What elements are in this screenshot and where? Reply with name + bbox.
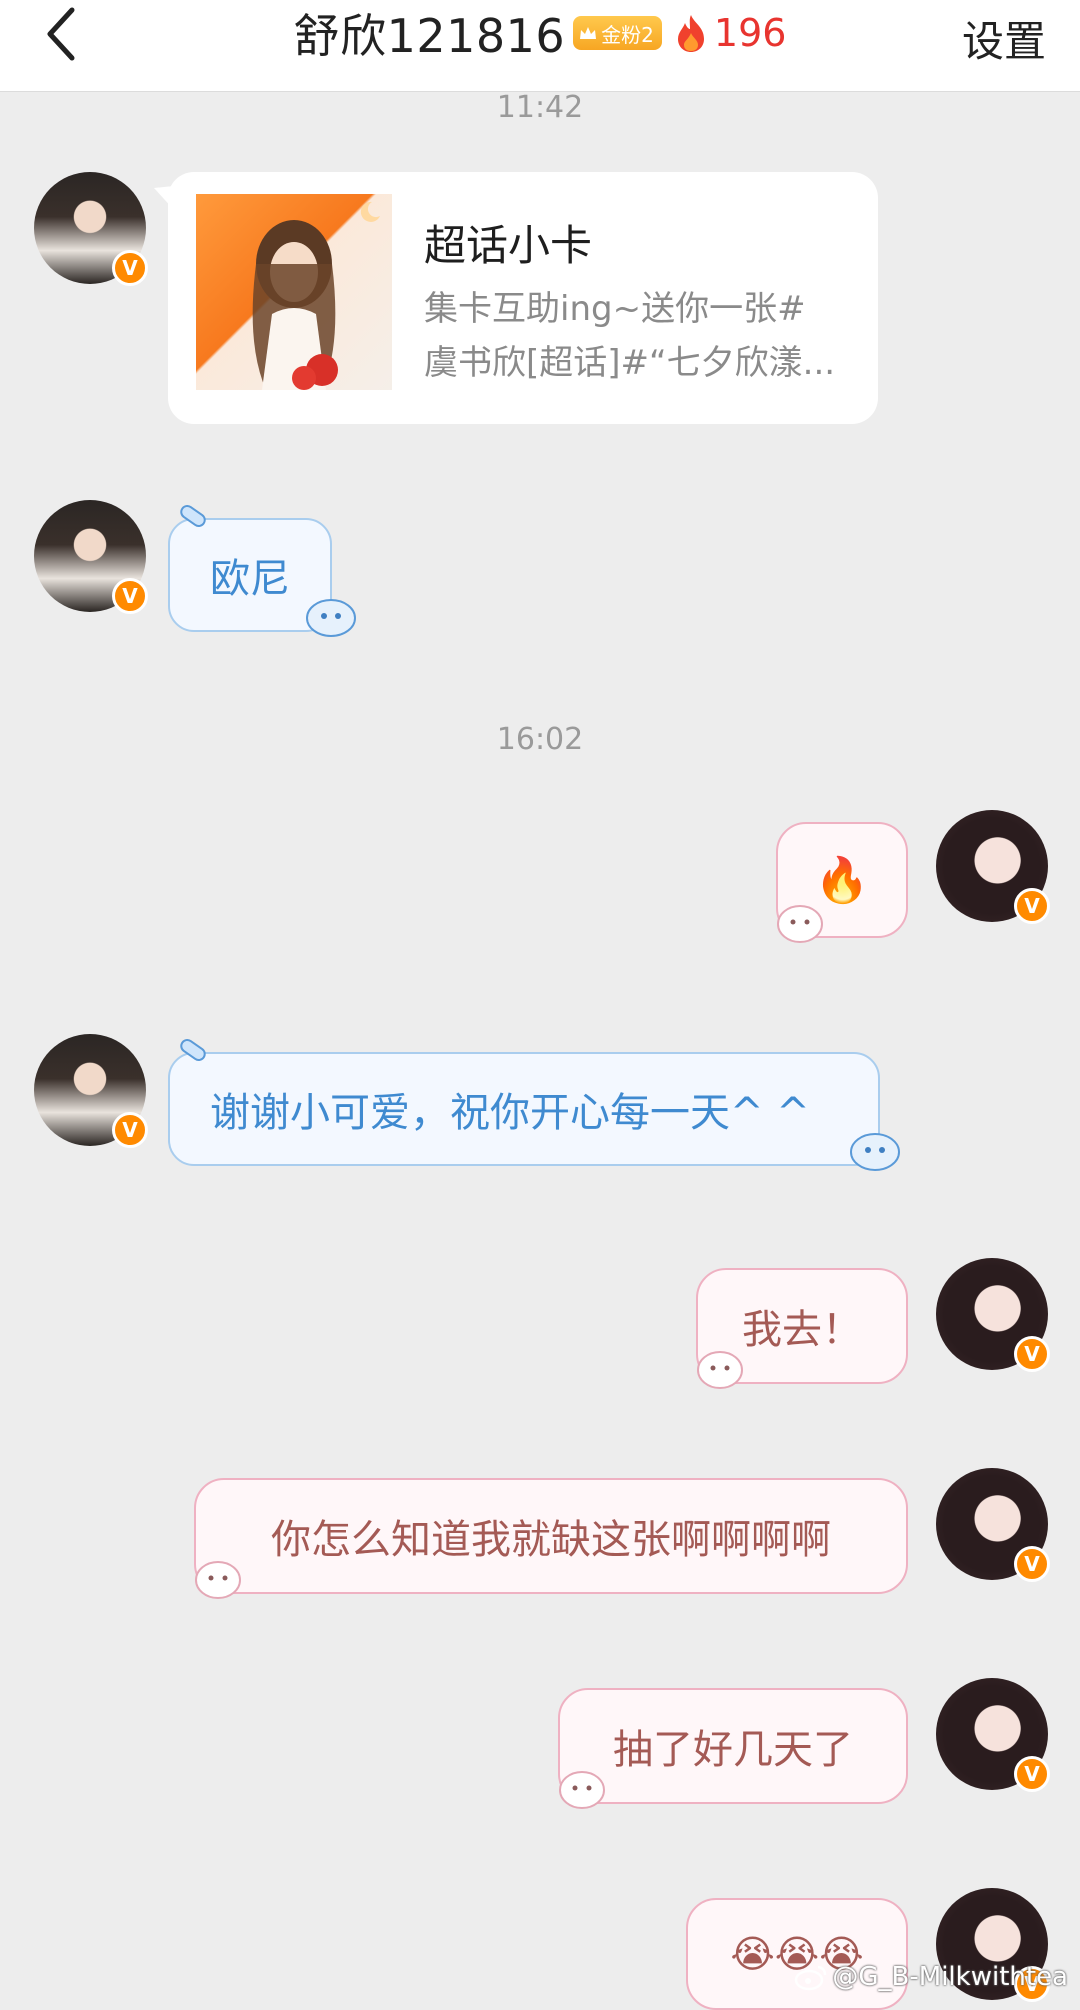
message-text: 你怎么知道我就缺这张啊啊啊啊: [271, 1517, 831, 1563]
bunny-sticker-icon: [697, 1351, 743, 1389]
timestamp: 16:02: [496, 722, 584, 757]
illustration-icon: [252, 201, 380, 390]
my-avatar[interactable]: V: [936, 1468, 1050, 1582]
chat-header: 舒欣121816 金粉2 196 设置: [0, 0, 1080, 92]
message-text: 欧尼: [210, 556, 290, 602]
verified-icon: V: [1014, 888, 1050, 924]
pill-sticker-icon: [180, 1038, 206, 1062]
cat-sticker-icon: [850, 1133, 900, 1171]
fan-level-badge: 金粉2: [573, 16, 662, 50]
message-bubble[interactable]: 😭😭😭: [686, 1898, 908, 2010]
bunny-sticker-icon: [777, 905, 823, 943]
sender-avatar[interactable]: V: [34, 1034, 148, 1148]
my-avatar[interactable]: V: [936, 1678, 1050, 1792]
chat-title: 舒欣121816: [293, 9, 566, 63]
weibo-logo-icon: [795, 1965, 827, 1991]
card-thumbnail-image: [196, 194, 392, 390]
message-bubble[interactable]: 你怎么知道我就缺这张啊啊啊啊: [194, 1478, 908, 1594]
bunny-sticker-icon: [195, 1561, 241, 1599]
card-title: 超话小卡: [424, 221, 593, 270]
intimacy-indicator: 196: [674, 11, 787, 55]
message-text: 我去！: [742, 1307, 862, 1353]
verified-icon: V: [112, 250, 148, 286]
super-topic-card[interactable]: 超话小卡 集卡互助ing~送你一张# 虞书欣[超话]#“七夕欣漾...: [168, 172, 878, 424]
verified-icon: V: [1014, 1756, 1050, 1792]
message-text: 谢谢小可爱，祝你开心每一天^ ^: [210, 1090, 810, 1136]
message-bubble[interactable]: 谢谢小可爱，祝你开心每一天^ ^: [168, 1052, 880, 1166]
fan-level-text: 金粉2: [601, 22, 654, 47]
crown-icon: [580, 27, 597, 39]
verified-icon: V: [1014, 1546, 1050, 1582]
bunny-sticker-icon: [559, 1771, 605, 1809]
cat-sticker-icon: [306, 599, 356, 637]
sender-avatar[interactable]: V: [34, 172, 148, 286]
pill-sticker-icon: [180, 504, 206, 528]
chat-title-area: 舒欣121816 金粉2 196: [0, 0, 1080, 66]
settings-button[interactable]: 设置: [962, 8, 1046, 69]
verified-icon: V: [112, 1112, 148, 1148]
timestamp: 11:42: [496, 90, 584, 125]
intimacy-count: 196: [713, 11, 787, 55]
verified-icon: V: [112, 578, 148, 614]
my-avatar[interactable]: V: [936, 810, 1050, 924]
sender-avatar[interactable]: V: [34, 500, 148, 614]
watermark-text: @G_B-Milkwithtea: [832, 1962, 1068, 1992]
message-text: 抽了好几天了: [613, 1727, 853, 1773]
verified-icon: V: [1014, 1336, 1050, 1372]
flame-icon: [677, 15, 704, 52]
my-avatar[interactable]: V: [936, 1258, 1050, 1372]
weibo-watermark: @G_B-Milkwithtea: [794, 1962, 1068, 1992]
card-description: 集卡互助ing~送你一张# 虞书欣[超话]#“七夕欣漾...: [424, 289, 836, 383]
